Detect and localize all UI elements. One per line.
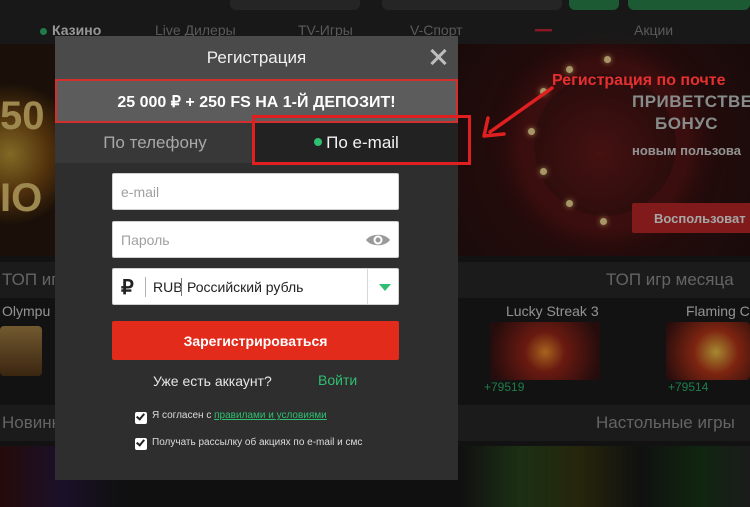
login-link[interactable]: Войти [318,372,357,388]
close-icon[interactable] [427,46,449,68]
terms-checkbox[interactable] [135,411,147,424]
currency-code: RUB [153,279,183,295]
annotation-arrow-icon [482,86,554,138]
newsletter-label: Получать рассылку об акциях по e-mail и … [152,437,363,448]
check-icon [136,437,145,447]
chevron-down-icon[interactable] [379,284,391,291]
currency-select[interactable]: ₽ RUB Российский рубль [112,268,399,305]
registration-modal: Регистрация 25 000 ₽ + 250 FS НА 1-Й ДЕП… [55,36,458,480]
check-icon [136,411,145,421]
newsletter-checkbox[interactable] [135,437,147,450]
modal-title: Регистрация [206,48,307,67]
account-question: Уже есть аккаунт? [153,373,272,389]
annotation-text: Регистрация по почте [552,72,726,89]
bonus-offer-text: 25 000 ₽ + 250 FS НА 1-Й ДЕПОЗИТ! [117,94,396,111]
modal-header: Регистрация [55,36,458,79]
email-input[interactable] [113,174,353,209]
eye-icon[interactable] [365,232,391,248]
currency-name: Российский рубль [187,279,304,295]
terms-label: Я согласен с правилами и условиями [152,410,327,421]
terms-link[interactable]: правилами и условиями [214,410,327,421]
divider [367,269,368,304]
annotation-highlight-box [252,115,471,165]
email-field[interactable] [112,173,399,210]
divider [145,277,146,297]
terms-prefix: Я согласен с [152,410,215,421]
tab-phone[interactable]: По телефону [55,123,255,163]
password-field[interactable] [112,221,399,258]
divider [181,278,182,296]
register-button[interactable]: Зарегистрироваться [112,321,399,360]
ruble-icon: ₽ [121,277,134,299]
password-input[interactable] [113,222,353,257]
